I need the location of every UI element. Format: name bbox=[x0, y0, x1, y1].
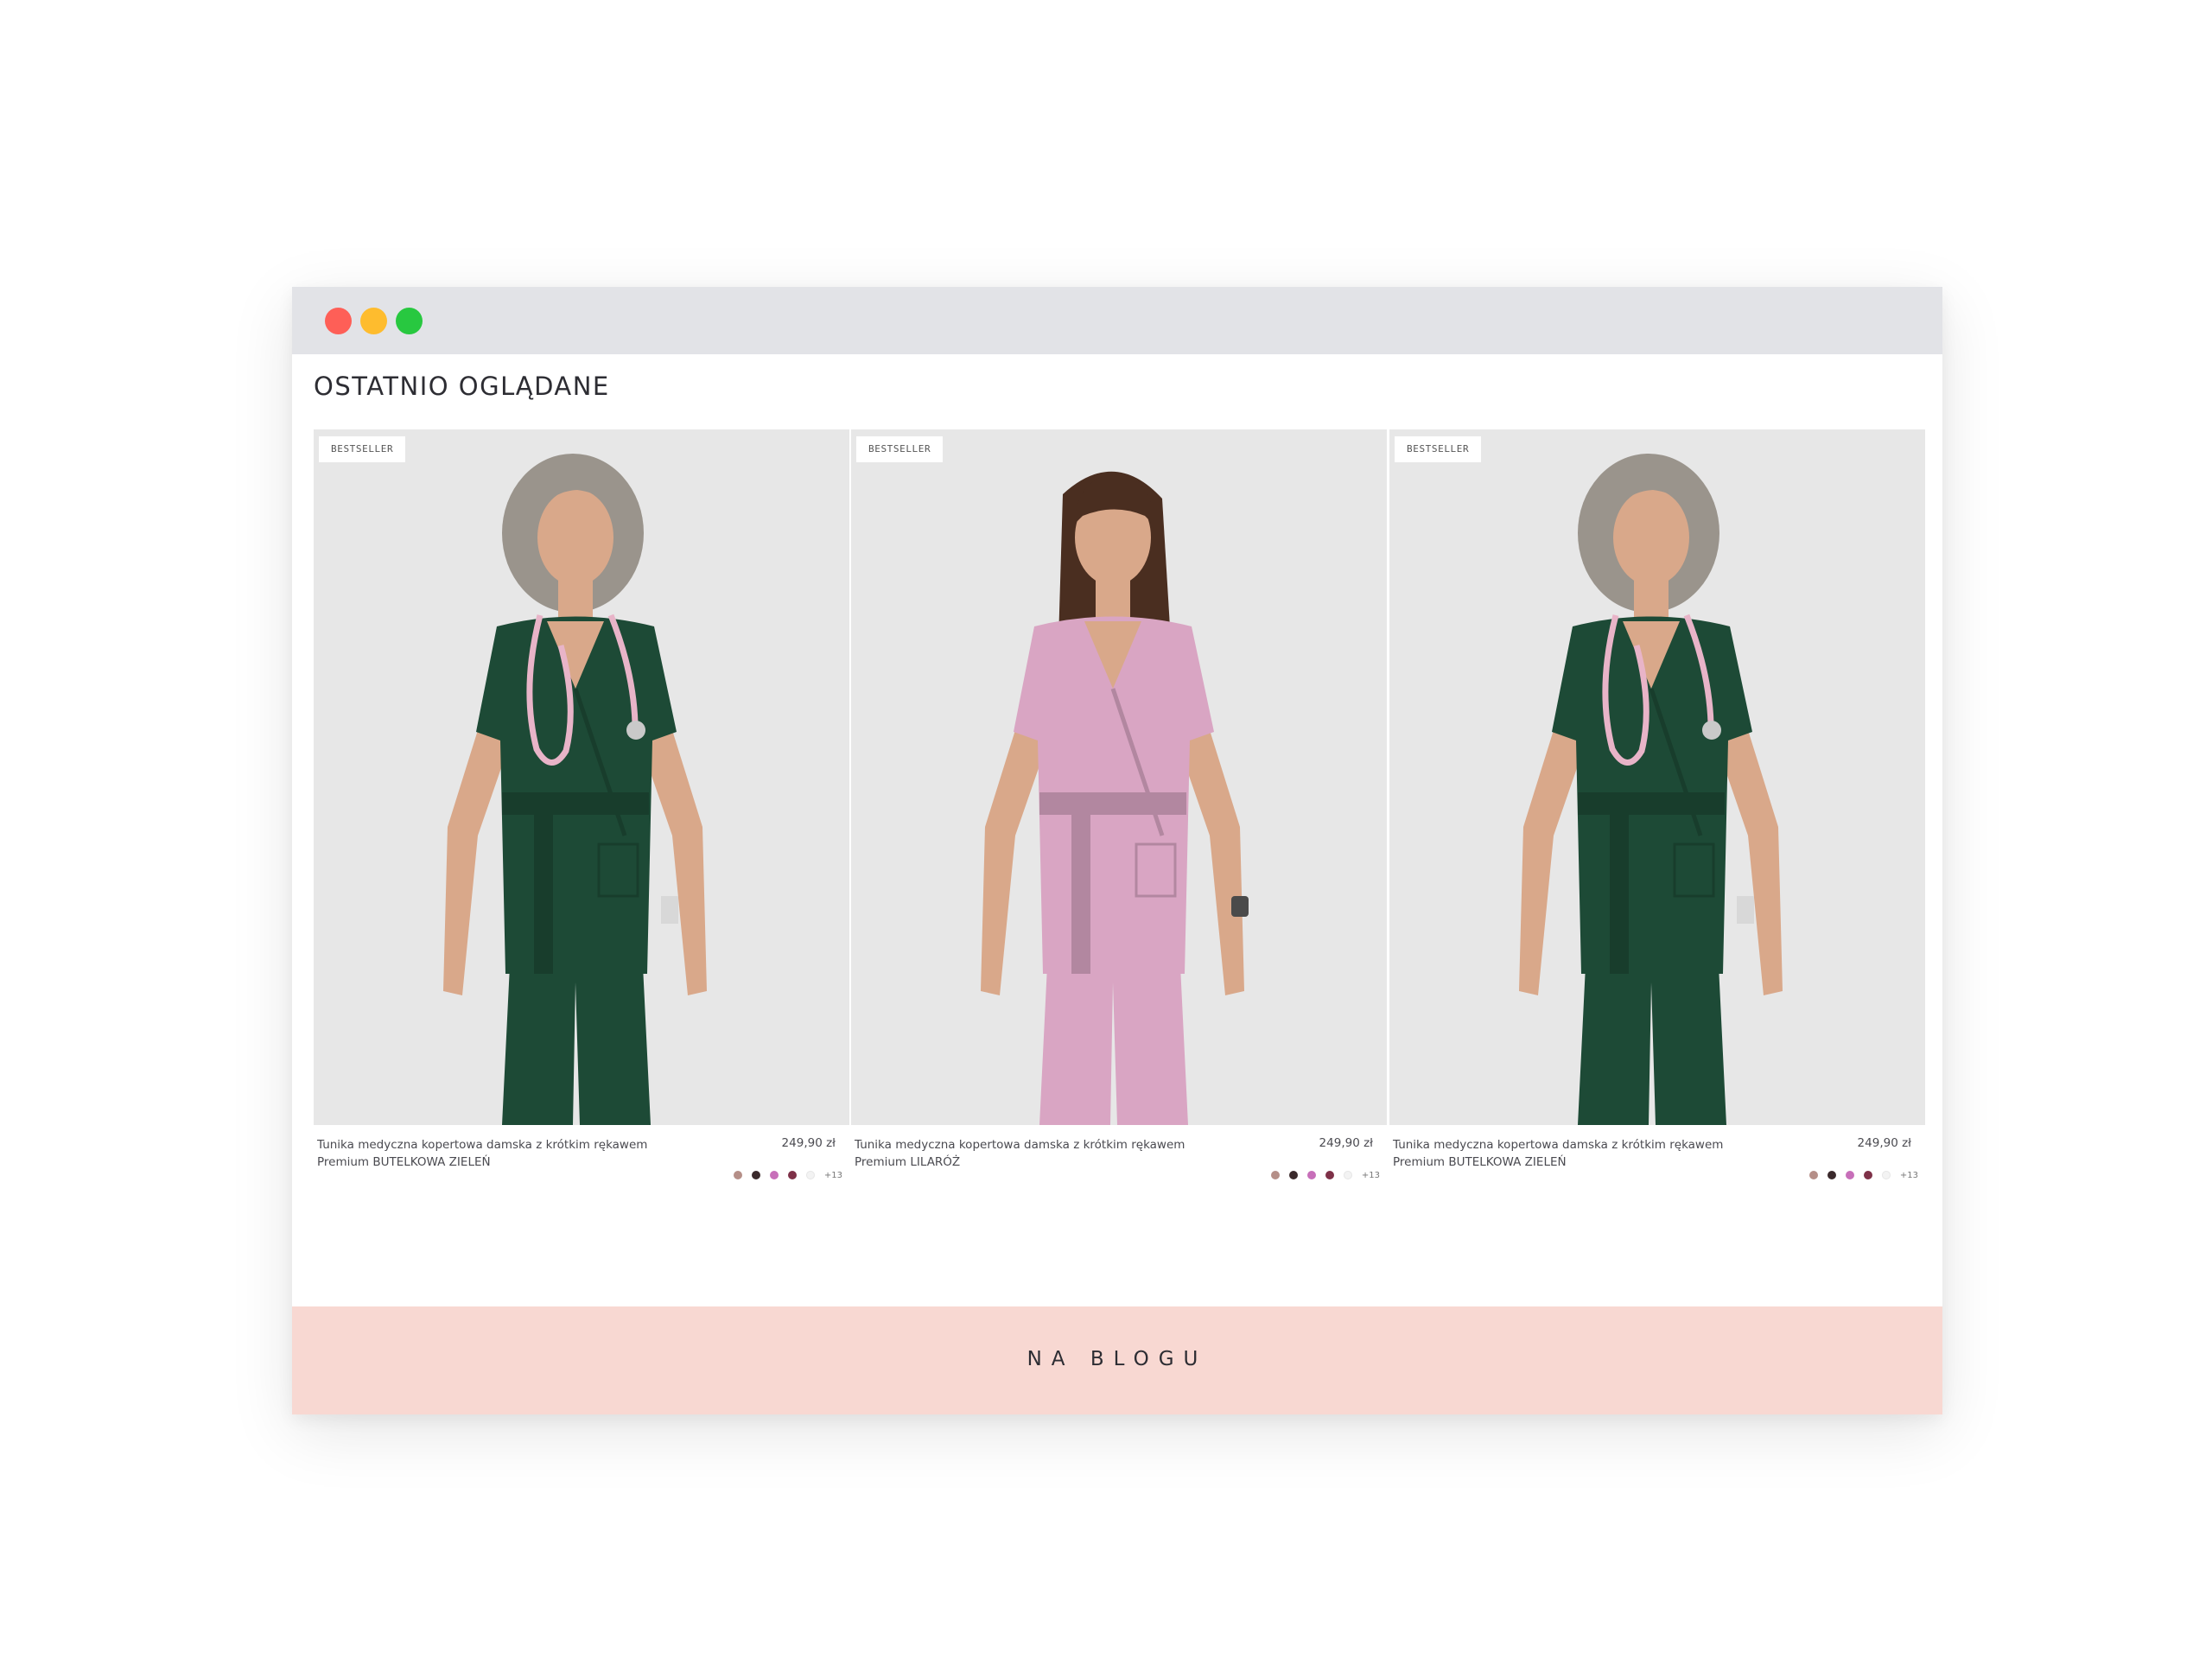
belt-tie bbox=[1071, 810, 1090, 974]
color-swatch[interactable] bbox=[787, 1171, 797, 1179]
blog-section: NA BLOGU bbox=[292, 1306, 1942, 1414]
color-swatch[interactable] bbox=[751, 1171, 760, 1179]
belt-tie bbox=[1610, 810, 1629, 974]
color-swatch[interactable] bbox=[769, 1171, 779, 1179]
stethoscope-chest-piece bbox=[1702, 721, 1721, 740]
face bbox=[537, 489, 613, 586]
color-swatches: +13 bbox=[733, 1168, 842, 1182]
bestseller-badge: BESTSELLER bbox=[319, 436, 406, 462]
product-photo bbox=[443, 454, 707, 1125]
blog-section-title[interactable]: NA BLOGU bbox=[292, 1348, 1942, 1370]
color-swatch[interactable] bbox=[1306, 1171, 1316, 1179]
color-swatches: +13 bbox=[1270, 1168, 1380, 1182]
color-swatch[interactable] bbox=[733, 1171, 742, 1179]
face bbox=[1613, 489, 1689, 586]
product-photo bbox=[981, 471, 1249, 1125]
window-titlebar bbox=[292, 287, 1942, 354]
recently-viewed-products: BESTSELLER Tunika medyczna kopertowa dam… bbox=[314, 429, 1925, 1207]
product-price: 249,90 zł bbox=[1319, 1136, 1373, 1150]
belt-tie bbox=[534, 810, 553, 974]
product-image[interactable]: BESTSELLER bbox=[314, 429, 849, 1125]
trousers bbox=[502, 948, 651, 1125]
maximize-window-button[interactable] bbox=[396, 308, 423, 334]
minimize-window-button[interactable] bbox=[360, 308, 387, 334]
product-image[interactable]: BESTSELLER bbox=[851, 429, 1387, 1125]
color-swatch[interactable] bbox=[1881, 1171, 1891, 1179]
color-swatch[interactable] bbox=[1845, 1171, 1854, 1179]
product-price: 249,90 zł bbox=[781, 1136, 836, 1150]
more-colors-count[interactable]: +13 bbox=[824, 1171, 842, 1180]
belt bbox=[502, 792, 649, 815]
product-name[interactable]: Tunika medyczna kopertowa damska z krótk… bbox=[317, 1136, 663, 1171]
product-card[interactable]: BESTSELLER Tunika medyczna kopertowa dam… bbox=[314, 429, 849, 1207]
color-swatch[interactable] bbox=[1270, 1171, 1280, 1179]
color-swatch[interactable] bbox=[1863, 1171, 1872, 1179]
product-image[interactable]: BESTSELLER bbox=[1389, 429, 1925, 1125]
color-swatches: +13 bbox=[1808, 1168, 1918, 1182]
belt bbox=[1578, 792, 1725, 815]
product-card[interactable]: BESTSELLER Tunika medyczna kopertowa dam… bbox=[1389, 429, 1925, 1207]
id-badge bbox=[1737, 896, 1754, 924]
product-price: 249,90 zł bbox=[1857, 1136, 1911, 1150]
color-swatch[interactable] bbox=[1808, 1171, 1818, 1179]
product-photo bbox=[1519, 454, 1783, 1125]
color-swatch[interactable] bbox=[1288, 1171, 1298, 1179]
bestseller-badge: BESTSELLER bbox=[1395, 436, 1482, 462]
stethoscope-chest-piece bbox=[626, 721, 645, 740]
browser-window: OSTATNIO OGLĄDANE BESTSELLER Tunika medy… bbox=[292, 287, 1942, 1414]
product-name[interactable]: Tunika medyczna kopertowa damska z krótk… bbox=[855, 1136, 1200, 1171]
bestseller-badge: BESTSELLER bbox=[856, 436, 944, 462]
more-colors-count[interactable]: +13 bbox=[1900, 1171, 1918, 1180]
color-swatch[interactable] bbox=[805, 1171, 815, 1179]
trousers bbox=[1578, 948, 1726, 1125]
trousers bbox=[1039, 948, 1188, 1125]
watch bbox=[1231, 896, 1249, 917]
color-swatch[interactable] bbox=[1325, 1171, 1334, 1179]
close-window-button[interactable] bbox=[325, 308, 352, 334]
color-swatch[interactable] bbox=[1827, 1171, 1836, 1179]
more-colors-count[interactable]: +13 bbox=[1362, 1171, 1380, 1180]
color-swatch[interactable] bbox=[1343, 1171, 1352, 1179]
belt bbox=[1039, 792, 1186, 815]
product-name[interactable]: Tunika medyczna kopertowa damska z krótk… bbox=[1393, 1136, 1738, 1171]
product-card[interactable]: BESTSELLER Tunika medyczna kopertowa dam… bbox=[851, 429, 1387, 1207]
id-badge bbox=[661, 896, 678, 924]
recently-viewed-title: OSTATNIO OGLĄDANE bbox=[314, 372, 610, 401]
